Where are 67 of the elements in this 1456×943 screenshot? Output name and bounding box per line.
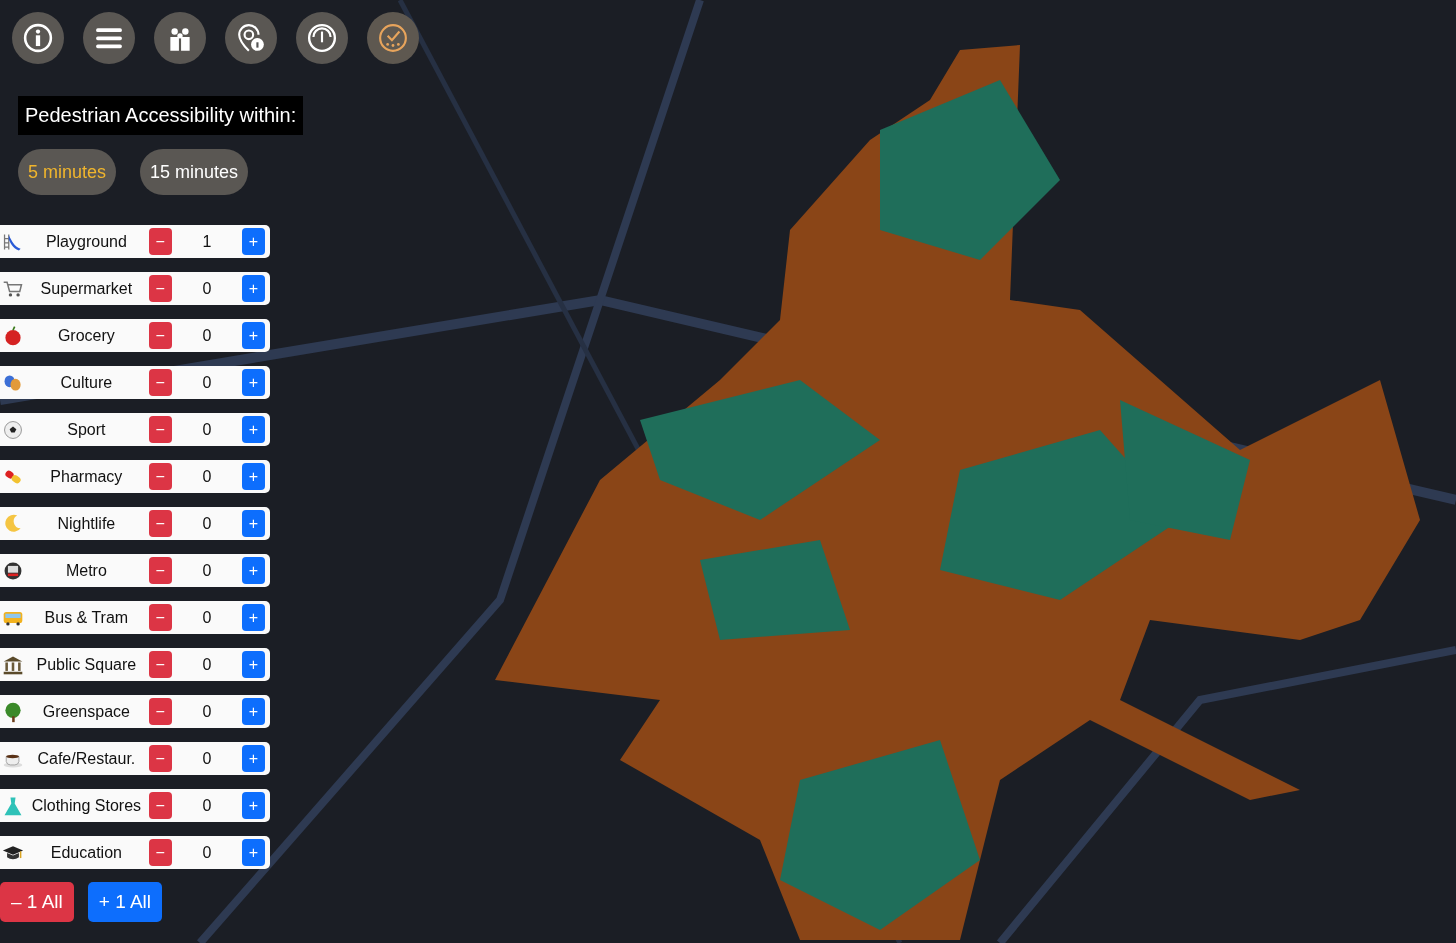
increase-button[interactable]: + [242,698,265,725]
amenity-label: Greenspace [41,702,131,721]
count-value: 0 [201,514,213,533]
gauge-icon [307,23,337,53]
amenity-label: Bus & Tram [43,608,130,627]
count-value: 0 [201,467,213,486]
amenity-label: Public Square [35,655,138,674]
count-value: 0 [201,796,213,815]
checkmark-icon [378,23,408,53]
increase-button[interactable]: + [242,510,265,537]
amenity-label: Sport [66,420,107,439]
decrease-all-button[interactable]: – 1 All [0,882,74,922]
amenity-label: Nightlife [56,514,117,533]
decrease-button[interactable]: − [148,557,172,584]
increase-all-button[interactable]: + 1 All [87,882,163,922]
count-value: 0 [201,608,213,627]
count-value: 0 [201,702,213,721]
amenity-label: Pharmacy [49,467,124,486]
decrease-button[interactable]: − [148,792,172,819]
amenity-label: Education [49,843,123,862]
increase-button[interactable]: + [242,604,265,631]
amenity-label: Culture [59,373,114,392]
amenity-label: Supermarket [39,279,134,298]
amenity-label: Grocery [56,326,116,345]
decrease-button[interactable]: − [148,228,172,255]
time-option[interactable]: 5 minutes [18,149,117,195]
increase-button[interactable]: + [242,651,265,678]
decrease-button[interactable]: − [148,369,172,396]
amenity-label: Cafe/Restaur. [36,749,137,768]
decrease-button[interactable]: − [148,510,172,537]
decrease-button[interactable]: − [148,275,172,302]
amenity-label: Metro [64,561,108,580]
decrease-button[interactable]: − [148,463,172,490]
increase-button[interactable]: + [242,416,265,443]
decrease-button[interactable]: − [148,839,172,866]
increase-button[interactable]: + [242,463,265,490]
count-value: 0 [201,420,213,439]
decrease-button[interactable]: − [148,322,172,349]
increase-button[interactable]: + [242,228,265,255]
increase-button[interactable]: + [242,275,265,302]
increase-button[interactable]: + [242,322,265,349]
tree-icon [2,700,24,723]
time-option[interactable]: 15 minutes [140,149,249,195]
increase-button[interactable]: + [242,369,265,396]
count-value: 0 [201,843,213,862]
panel-heading: Pedestrian Accessibility within: [18,96,304,135]
amenity-label: Clothing Stores [30,796,143,815]
apple-icon [2,324,24,347]
count-value: 0 [201,279,213,298]
decrease-button[interactable]: − [148,604,172,631]
increase-button[interactable]: + [242,557,265,584]
count-value: 0 [201,373,213,392]
decrease-button[interactable]: − [148,651,172,678]
count-value: 0 [201,749,213,768]
count-value: 1 [201,232,213,251]
increase-button[interactable]: + [242,839,265,866]
increase-button[interactable]: + [242,745,265,772]
count-value: 0 [201,561,213,580]
count-value: 0 [201,326,213,345]
location-info-icon [236,23,266,53]
info-icon [23,23,53,53]
amenity-label: Playground [44,232,128,251]
decrease-button[interactable]: − [148,416,172,443]
count-value: 0 [201,655,213,674]
decrease-button[interactable]: − [148,745,172,772]
decrease-button[interactable]: − [148,698,172,725]
increase-button[interactable]: + [242,792,265,819]
